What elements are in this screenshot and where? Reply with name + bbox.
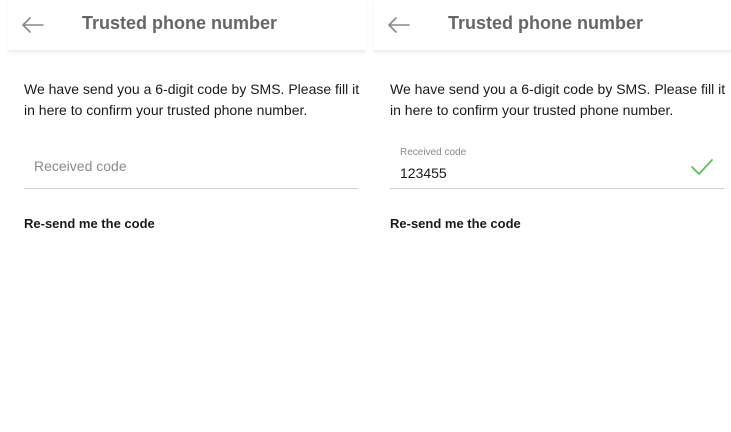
received-code-value: 123455 <box>400 165 447 181</box>
top-app-bar: Trusted phone number <box>8 0 366 51</box>
arrow-left-icon <box>22 17 44 33</box>
back-button[interactable] <box>384 10 414 40</box>
back-button[interactable] <box>18 10 48 40</box>
resend-code-link[interactable]: Re-send me the code <box>390 216 521 231</box>
received-code-input[interactable]: Received code 123455 <box>390 146 724 189</box>
instruction-text: We have send you a 6-digit code by SMS. … <box>390 81 726 118</box>
comparison-stage: Trusted phone number We have send you a … <box>0 0 731 432</box>
arrow-left-icon <box>388 17 410 33</box>
received-code-input[interactable]: Received code <box>24 146 358 189</box>
page-title: Trusted phone number <box>448 13 644 33</box>
resend-code-link[interactable]: Re-send me the code <box>24 216 155 231</box>
screen-empty-code: Trusted phone number We have send you a … <box>8 0 366 432</box>
received-code-placeholder: Received code <box>34 158 127 174</box>
screen-filled-code: Trusted phone number We have send you a … <box>374 0 731 432</box>
checkmark-icon <box>691 159 713 175</box>
received-code-floating-label: Received code <box>400 147 467 158</box>
instruction-text: We have send you a 6-digit code by SMS. … <box>24 81 360 118</box>
page-title: Trusted phone number <box>82 13 278 33</box>
top-app-bar: Trusted phone number <box>374 0 731 51</box>
